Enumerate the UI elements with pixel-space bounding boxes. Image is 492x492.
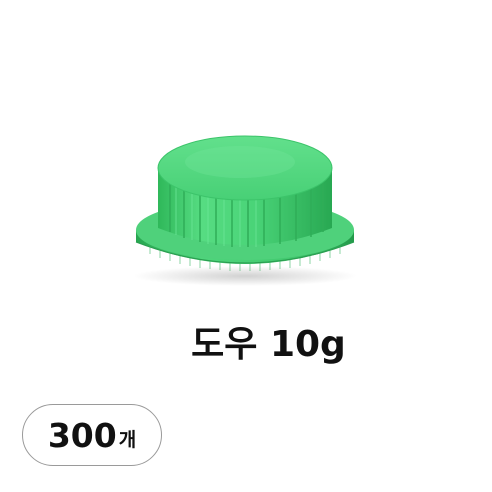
product-title: 도우 10g <box>191 324 346 365</box>
bottle-cap-image <box>110 118 380 298</box>
quantity-unit: 개 <box>118 428 137 451</box>
quantity-value: 300 <box>47 415 117 455</box>
bottle-cap-icon <box>133 135 357 286</box>
quantity-badge: 300 개 <box>22 404 162 466</box>
